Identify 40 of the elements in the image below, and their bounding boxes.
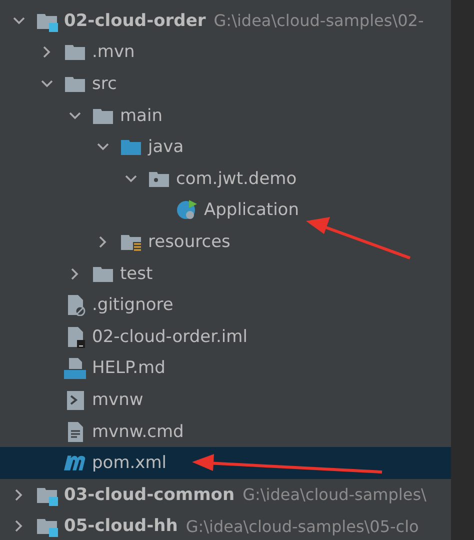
tree-row[interactable]: src: [0, 68, 451, 100]
tree-item-label: mvnw.cmd: [92, 422, 184, 442]
tree-item-label: java: [148, 137, 184, 158]
tree-row[interactable]: test: [0, 258, 451, 290]
tree-row[interactable]: com.jwt.demo: [0, 162, 451, 195]
markdown-file-icon: [64, 357, 86, 380]
tree-item-label: 03-cloud-common: [64, 484, 235, 505]
tree-item-label: src: [92, 74, 117, 94]
tree-item-label: Application: [204, 200, 299, 220]
tree-item-label: 02-cloud-order: [64, 10, 206, 31]
tree-item-label: main: [120, 106, 162, 126]
tree-item-label: resources: [148, 232, 230, 252]
tree-row[interactable]: mvnw: [0, 384, 451, 416]
tree-item-label: com.jwt.demo: [176, 168, 297, 189]
tree-row[interactable]: java: [0, 131, 451, 163]
class-icon: [176, 199, 198, 222]
tree-item-label: pom.xml: [92, 453, 166, 474]
module-path: G:\idea\cloud-samples\02-: [214, 11, 424, 30]
tree-row[interactable]: 05-cloud-hh G:\idea\cloud-samples\05-clo: [0, 510, 451, 540]
terminal-file-icon: [64, 388, 86, 411]
tree-item-label: mvnw: [92, 390, 144, 410]
tree-item-label: test: [120, 264, 153, 284]
tree-item-label: .mvn: [92, 42, 135, 62]
tree-item-label: .gitignore: [92, 295, 174, 316]
tree-row[interactable]: 02-cloud-order G:\idea\cloud-samples\02-: [0, 5, 451, 37]
tree-row[interactable]: 03-cloud-common G:\idea\cloud-samples\: [0, 478, 451, 510]
tree-row[interactable]: mvnw.cmd: [0, 416, 451, 448]
tree-row[interactable]: 02-cloud-order.iml: [0, 320, 451, 353]
tree-item-label: 05-cloud-hh: [64, 516, 178, 536]
tree-row[interactable]: main: [0, 100, 451, 132]
tree-row[interactable]: .mvn: [0, 36, 451, 68]
tree-row[interactable]: pom.xml: [0, 447, 451, 479]
tree-item-label: HELP.md: [92, 358, 166, 378]
module-path: G:\idea\cloud-samples\: [242, 485, 426, 504]
tree-row[interactable]: Application: [0, 194, 451, 226]
module-path: G:\idea\cloud-samples\05-clo: [186, 516, 419, 536]
tree-row[interactable]: resources: [0, 226, 451, 258]
tree-row[interactable]: HELP.md: [0, 352, 451, 384]
tree-row[interactable]: .gitignore: [0, 289, 451, 321]
tree-item-label: 02-cloud-order.iml: [92, 326, 248, 347]
